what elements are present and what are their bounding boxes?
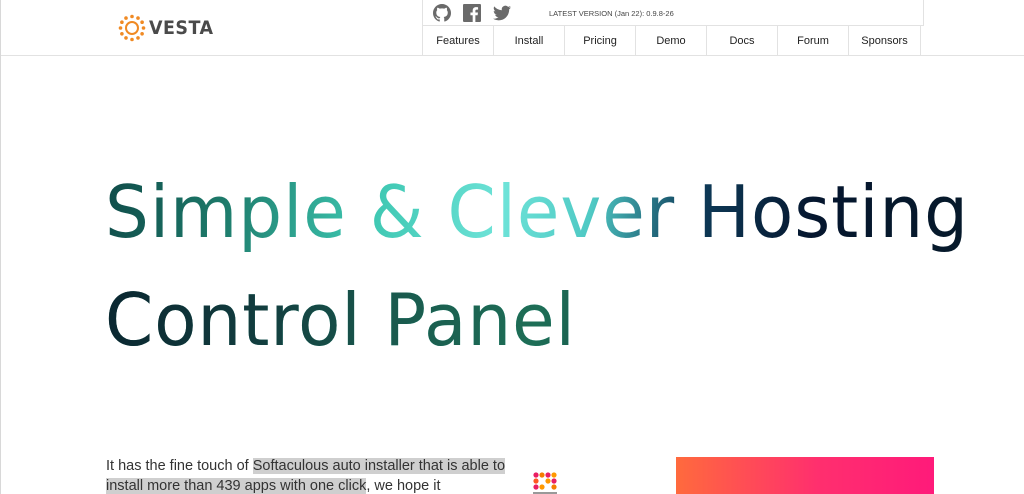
vesta-logo[interactable]: VESTA [118, 14, 219, 42]
facebook-link[interactable] [463, 4, 481, 22]
nav-sponsors[interactable]: Sponsors [849, 26, 921, 56]
softaculous-logo-icon [533, 472, 557, 494]
main-nav: Features Install Pricing Demo Docs Forum… [422, 26, 921, 56]
sun-ring-icon [118, 14, 146, 42]
intro-paragraph: It has the fine touch of Softaculous aut… [106, 456, 516, 494]
page: VESTA LATEST VERSION (Jan 22): 0.9.8-26 … [0, 0, 1024, 494]
promo-banner[interactable] [676, 457, 934, 494]
nav-docs[interactable]: Docs [707, 26, 778, 56]
intro-text-start: It has the fine touch of [106, 458, 253, 474]
site-header: VESTA LATEST VERSION (Jan 22): 0.9.8-26 … [1, 0, 1024, 56]
brand-name: VESTA [149, 17, 214, 39]
topbar: LATEST VERSION (Jan 22): 0.9.8-26 [422, 0, 924, 26]
nav-forum[interactable]: Forum [778, 26, 849, 56]
twitter-icon [493, 5, 511, 21]
hero-line-1: Simple & Clever Hosting [105, 170, 970, 254]
github-link[interactable] [433, 4, 451, 22]
nav-demo[interactable]: Demo [636, 26, 707, 56]
nav-pricing[interactable]: Pricing [565, 26, 636, 56]
intro-text-end: , we hope it [366, 478, 441, 494]
hero-heading: Simple & Clever Hosting Control Panel [105, 158, 969, 374]
github-icon [433, 4, 451, 22]
social-links [433, 4, 511, 22]
facebook-icon [463, 4, 481, 22]
nav-features[interactable]: Features [423, 26, 494, 56]
hero-line-2: Control Panel [105, 266, 969, 374]
nav-install[interactable]: Install [494, 26, 565, 56]
twitter-link[interactable] [493, 4, 511, 22]
latest-version: LATEST VERSION (Jan 22): 0.9.8-26 [549, 9, 674, 18]
